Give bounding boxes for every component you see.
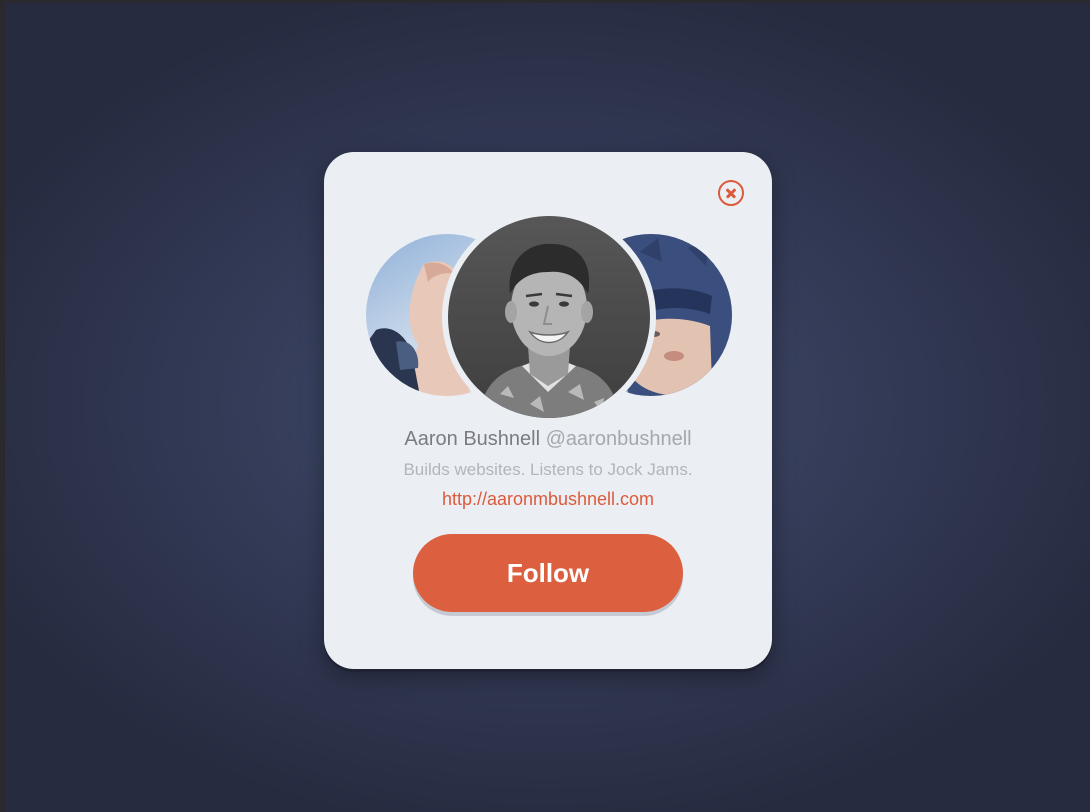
profile-website-link[interactable]: http://aaronmbushnell.com	[324, 489, 772, 510]
close-icon[interactable]	[718, 180, 744, 206]
avatar[interactable]	[442, 210, 656, 424]
window-frame-top	[0, 0, 1090, 3]
follow-button[interactable]: Follow	[413, 534, 683, 612]
profile-handle[interactable]: @aaronbushnell	[546, 428, 692, 450]
profile-name-line: Aaron Bushnell @aaronbushnell	[324, 428, 772, 451]
window-frame-left	[0, 0, 5, 812]
profile-name: Aaron Bushnell	[404, 428, 541, 450]
profile-card: Aaron Bushnell @aaronbushnell Builds web…	[324, 152, 772, 669]
profile-bio: Builds websites. Listens to Jock Jams.	[403, 460, 693, 479]
page-background: Aaron Bushnell @aaronbushnell Builds web…	[0, 0, 1090, 812]
